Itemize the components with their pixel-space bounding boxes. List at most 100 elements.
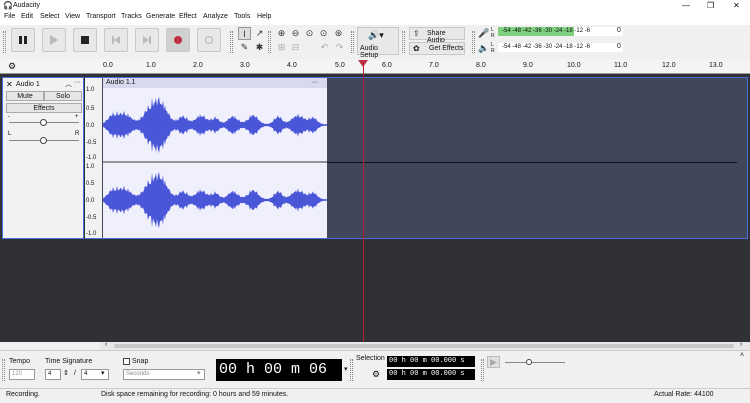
solo-button[interactable]: Solo <box>44 91 82 101</box>
menu-edit[interactable]: Edit <box>21 13 33 20</box>
fit-project-icon[interactable]: ⊙ <box>317 27 330 40</box>
zoom-toggle-icon[interactable]: ⊛ <box>332 27 345 40</box>
numerator-stepper-icon[interactable]: ⇕ <box>63 369 69 377</box>
maximize-button[interactable]: ❐ <box>707 1 714 10</box>
status-state: Recording. <box>6 391 40 398</box>
record-icon <box>174 36 182 44</box>
undo-icon[interactable]: ↶ <box>318 41 331 54</box>
minimize-button[interactable]: — <box>682 1 690 10</box>
denominator-chevron-down-icon[interactable]: ▾ <box>101 369 105 377</box>
scroll-thumb[interactable] <box>114 344 734 348</box>
selection-start[interactable]: 00 h 00 m 00.000 s <box>387 356 475 367</box>
timeline-settings-icon[interactable]: ⚙ <box>8 61 16 72</box>
pan-slider-thumb[interactable] <box>40 137 47 144</box>
audio-clip[interactable] <box>103 78 327 238</box>
tempo-label: Tempo <box>9 358 31 365</box>
skip-end-button[interactable] <box>135 28 159 52</box>
share-icon: ⇪ <box>413 29 420 38</box>
track-name[interactable]: Audio 1 <box>16 81 40 88</box>
menu-transport[interactable]: Transport <box>86 13 116 20</box>
menu-tools[interactable]: Tools <box>234 13 250 20</box>
skip-start-button[interactable] <box>104 28 128 52</box>
playback-speaker-icon[interactable]: 🔈 <box>478 43 489 54</box>
menu-generate[interactable]: Generate <box>146 13 175 20</box>
selection-settings-icon[interactable]: ⚙ <box>372 369 380 380</box>
track-control-panel[interactable]: ✕ Audio 1 ︿ ··· Mute Solo Effects - + L … <box>2 77 84 239</box>
gain-slider-thumb[interactable] <box>40 119 47 126</box>
edit-grip[interactable] <box>268 31 271 53</box>
loop-button[interactable] <box>197 28 221 52</box>
audio-setup-button[interactable]: 🔊▾ Audio Setup <box>357 27 399 59</box>
pause-button[interactable] <box>11 28 35 52</box>
toolbar-grip[interactable] <box>3 31 6 53</box>
track-close-icon[interactable]: ✕ <box>6 80 13 89</box>
ruler-tick: 5.0 <box>335 62 345 69</box>
waveform[interactable] <box>103 78 327 238</box>
collapse-icon[interactable]: ︿ <box>65 79 72 89</box>
menu-view[interactable]: View <box>65 13 80 20</box>
close-button[interactable]: ✕ <box>733 1 740 10</box>
ruler-tick: 7.0 <box>429 62 439 69</box>
track-menu-icon[interactable]: ··· <box>74 79 81 86</box>
scroll-right-icon[interactable]: › <box>740 341 742 348</box>
time-format-chevron-icon[interactable]: ▾ <box>344 365 348 373</box>
selection-grip[interactable] <box>350 359 353 381</box>
clip-menu-icon[interactable]: ··· <box>311 78 318 88</box>
clip-name[interactable]: Audio 1.1 <box>106 79 136 86</box>
play-at-speed-button[interactable] <box>487 356 500 368</box>
snap-chevron-down-icon[interactable]: ▾ <box>197 369 201 377</box>
record-button[interactable] <box>166 28 190 52</box>
menu-file[interactable]: File <box>4 13 15 20</box>
playback-meter[interactable]: -54 -48 -42 -36 -30 -24 -18 -12 -6 <box>498 43 623 52</box>
microphone-icon[interactable]: 🎤 <box>478 28 489 39</box>
zoom-out-icon[interactable]: ⊖ <box>289 27 302 40</box>
selection-end[interactable]: 00 h 00 m 00.000 s <box>387 369 475 380</box>
actual-rate: Actual Rate: 44100 <box>654 391 714 398</box>
amp-tick: 0.0 <box>86 198 95 204</box>
menu-effect[interactable]: Effect <box>179 13 197 20</box>
meter-grip[interactable] <box>472 31 475 53</box>
menu-help[interactable]: Help <box>257 13 271 20</box>
tempo-input[interactable]: 120 <box>9 369 35 380</box>
amp-tick: 0.0 <box>86 123 95 129</box>
gain-min-label: - <box>8 114 10 120</box>
speed-slider-thumb[interactable] <box>526 359 532 365</box>
menu-tracks[interactable]: Tracks <box>121 13 142 20</box>
ruler-tick: 9.0 <box>523 62 533 69</box>
speed-slider-track[interactable] <box>505 362 565 363</box>
envelope-tool-icon[interactable]: ↗ <box>253 27 266 40</box>
zoom-in-icon[interactable]: ⊕ <box>275 27 288 40</box>
audio-setup-grip[interactable] <box>351 31 354 53</box>
time-signature-numerator[interactable]: 4 <box>45 369 61 380</box>
loop-icon <box>204 35 214 45</box>
effects-button[interactable]: Effects <box>6 103 82 113</box>
bottom-grip[interactable] <box>2 359 5 381</box>
tools-grip[interactable] <box>230 31 233 53</box>
horizontal-scrollbar[interactable]: ‹ › <box>100 341 750 350</box>
channel-divider <box>327 162 737 163</box>
menu-analyze[interactable]: Analyze <box>203 13 228 20</box>
mute-button[interactable]: Mute <box>6 91 44 101</box>
silence-icon[interactable]: ⊟ <box>289 41 302 54</box>
share-grip[interactable] <box>402 31 405 53</box>
snap-unit-select[interactable]: Seconds <box>123 369 205 380</box>
fit-selection-icon[interactable]: ⊙ <box>303 27 316 40</box>
scroll-left-icon[interactable]: ‹ <box>105 341 107 348</box>
stop-button[interactable] <box>73 28 97 52</box>
draw-tool-icon[interactable]: ✎ <box>238 41 251 54</box>
play-at-speed-grip[interactable] <box>481 359 484 381</box>
share-audio-button[interactable]: ⇪ Share Audio <box>409 27 465 44</box>
multi-tool-icon[interactable]: ✱ <box>253 41 266 54</box>
redo-icon[interactable]: ↷ <box>333 41 346 54</box>
record-meter[interactable]: -54 -48 -42 -36 -30 -24 -18 -12 -6 <box>498 27 623 36</box>
clip-header[interactable]: Audio 1.1 ··· <box>103 78 327 88</box>
menu-select[interactable]: Select <box>40 13 59 20</box>
play-button[interactable] <box>42 28 66 52</box>
selection-tool-icon[interactable]: I <box>238 27 251 40</box>
scroll-up-icon[interactable]: ˄ <box>740 352 744 359</box>
time-display[interactable]: 00 h 00 m 06 s <box>216 359 342 400</box>
snap-checkbox[interactable] <box>123 358 130 365</box>
trim-icon[interactable]: ⊞ <box>275 41 288 54</box>
timeline-ruler[interactable]: ⚙ 0.0 1.0 2.0 3.0 4.0 5.0 6.0 7.0 8.0 9.… <box>0 59 750 74</box>
get-effects-button[interactable]: ✿ Get Effects <box>409 42 465 55</box>
